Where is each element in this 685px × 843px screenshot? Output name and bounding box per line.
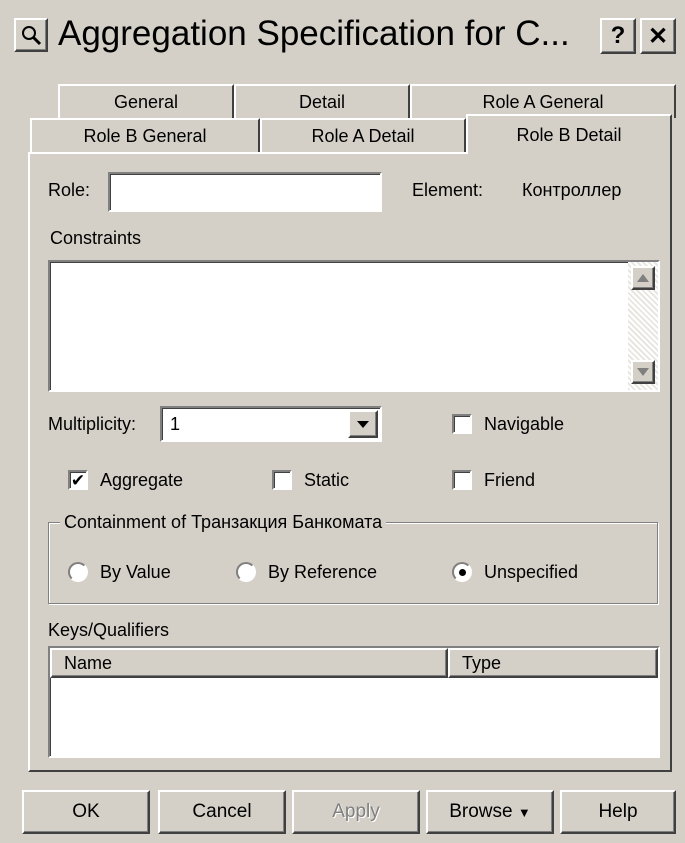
role-input[interactable] [108, 172, 382, 212]
static-label: Static [304, 470, 350, 490]
aggregate-checkbox[interactable]: ✔ [68, 470, 88, 490]
ok-button[interactable]: OK [22, 790, 150, 834]
tab-label: Role A General [482, 91, 604, 112]
containment-label: Containment of Транзакция Банкомата [60, 512, 387, 533]
help-label: Help [598, 801, 638, 822]
navigable-label: Navigable [484, 414, 565, 434]
tab-label: Role B Detail [516, 124, 622, 145]
tab-role-a-general[interactable]: Role A General [410, 84, 676, 118]
tab-label: Detail [298, 91, 346, 112]
tab-label: Role B General [83, 125, 207, 146]
magnifier-icon[interactable] [14, 18, 48, 52]
role-label: Role: [48, 180, 91, 200]
keys-label: Keys/Qualifiers [48, 620, 170, 640]
friend-label: Friend [484, 470, 536, 490]
constraints-label: Constraints [50, 228, 142, 248]
navigable-checkbox[interactable] [452, 414, 472, 434]
constraints-textarea[interactable] [48, 260, 660, 392]
unspecified-label: Unspecified [484, 562, 579, 582]
tab-role-b-detail[interactable]: Role B Detail [466, 114, 672, 154]
scroll-up-button[interactable] [631, 266, 655, 290]
window-title: Aggregation Specification for C... [58, 14, 570, 53]
element-value: Контроллер [522, 180, 622, 200]
keys-table[interactable]: Name Type [48, 646, 660, 758]
multiplicity-select[interactable]: 1 [160, 406, 382, 442]
constraints-scrollbar[interactable] [628, 262, 658, 390]
ok-label: OK [72, 801, 100, 822]
tab-detail[interactable]: Detail [234, 84, 410, 118]
cancel-button[interactable]: Cancel [158, 790, 286, 834]
static-checkbox[interactable] [272, 470, 292, 490]
browse-button[interactable]: Browse ▼ [426, 790, 554, 834]
help-button[interactable]: Help [560, 790, 676, 834]
apply-button[interactable]: Apply [292, 790, 420, 834]
multiplicity-value: 1 [170, 414, 181, 434]
column-header-type[interactable]: Type [448, 648, 658, 678]
close-button[interactable]: ✕ [640, 18, 676, 54]
column-type-label: Type [462, 652, 502, 673]
chevron-down-icon: ▼ [517, 804, 531, 820]
help-title-button[interactable]: ? [600, 18, 636, 54]
tab-role-b-general[interactable]: Role B General [30, 118, 260, 152]
tab-label: General [113, 91, 179, 112]
element-label: Element: [412, 180, 484, 200]
scroll-down-button[interactable] [631, 360, 655, 384]
by-reference-label: By Reference [268, 562, 378, 582]
by-value-radio[interactable] [68, 562, 88, 582]
by-reference-radio[interactable] [236, 562, 256, 582]
check-icon: ✔ [70, 470, 86, 490]
apply-label: Apply [332, 801, 380, 822]
cancel-label: Cancel [192, 801, 252, 822]
tab-label: Role A Detail [311, 125, 415, 146]
column-name-label: Name [64, 652, 113, 673]
browse-label: Browse [449, 801, 513, 822]
friend-checkbox[interactable] [452, 470, 472, 490]
title-bar: Aggregation Specification for C... ? ✕ [0, 0, 685, 68]
unspecified-radio[interactable] [452, 562, 472, 582]
tab-general[interactable]: General [58, 84, 234, 118]
tab-role-a-detail[interactable]: Role A Detail [260, 118, 466, 152]
radio-dot [458, 568, 466, 576]
aggregate-label: Aggregate [100, 470, 184, 490]
chevron-down-icon[interactable] [348, 410, 378, 438]
column-header-name[interactable]: Name [50, 648, 448, 678]
by-value-label: By Value [100, 562, 171, 582]
multiplicity-label: Multiplicity: [48, 414, 137, 434]
